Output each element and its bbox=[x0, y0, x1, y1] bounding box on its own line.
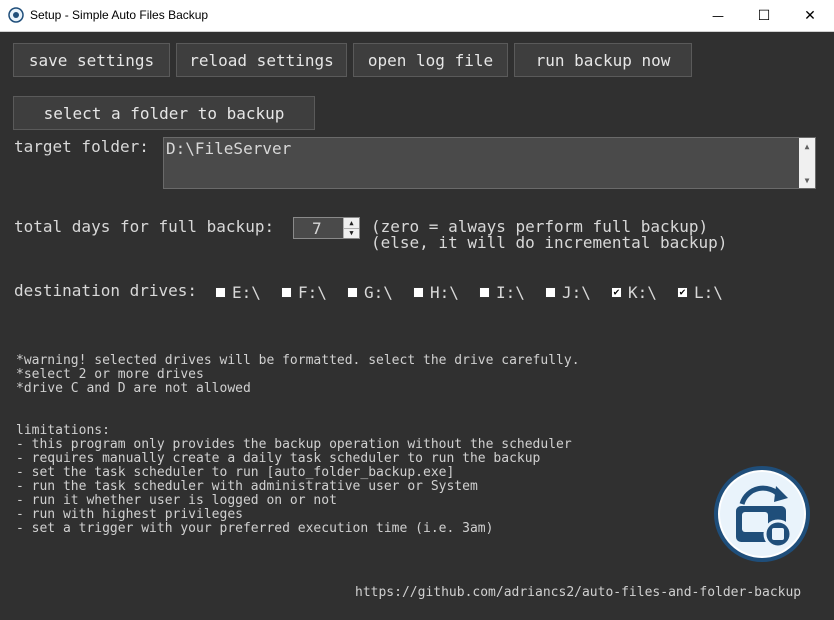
checkbox[interactable] bbox=[281, 287, 292, 298]
checkbox[interactable] bbox=[479, 287, 490, 298]
drive-checkbox-i[interactable]: I:\ bbox=[479, 283, 525, 302]
drive-checkbox-k[interactable]: ✔ K:\ bbox=[611, 283, 657, 302]
warning-text: *warning! selected drives will be format… bbox=[16, 353, 580, 368]
full-backup-days-stepper[interactable]: 7 ▲ ▼ bbox=[293, 217, 360, 239]
drive-label: F:\ bbox=[298, 283, 327, 302]
window-title: Setup - Simple Auto Files Backup bbox=[30, 8, 209, 22]
drive-label: H:\ bbox=[430, 283, 459, 302]
drive-checkbox-l[interactable]: ✔ L:\ bbox=[677, 283, 723, 302]
scroll-down-icon[interactable]: ▼ bbox=[799, 172, 815, 188]
backup-logo-icon bbox=[714, 466, 810, 562]
drive-checkbox-e[interactable]: E:\ bbox=[215, 283, 261, 302]
drive-checkbox-g[interactable]: G:\ bbox=[347, 283, 393, 302]
limitation-item: - run the task scheduler with administra… bbox=[16, 479, 478, 494]
warning-text: *drive C and D are not allowed bbox=[16, 381, 251, 396]
select-folder-button[interactable]: select a folder to backup bbox=[13, 96, 315, 130]
limitation-item: - set a trigger with your preferred exec… bbox=[16, 521, 494, 536]
limitation-item: - run with highest privileges bbox=[16, 507, 243, 522]
stepper-buttons: ▲ ▼ bbox=[343, 218, 359, 238]
project-url-link[interactable]: https://github.com/adriancs2/auto-files-… bbox=[355, 585, 801, 600]
maximize-icon: ☐ bbox=[757, 7, 771, 24]
target-folder-scrollbar[interactable]: ▲ ▼ bbox=[799, 138, 815, 188]
days-hint-line2: (else, it will do incremental backup) bbox=[371, 233, 728, 252]
app-window: Setup - Simple Auto Files Backup — ☐ ✕ s… bbox=[0, 0, 834, 620]
limitations-heading: limitations: bbox=[16, 423, 110, 438]
full-backup-days-value: 7 bbox=[312, 219, 322, 238]
limitation-item: - this program only provides the backup … bbox=[16, 437, 572, 452]
drive-checkbox-f[interactable]: F:\ bbox=[281, 283, 327, 302]
target-folder-value: D:\FileServer bbox=[166, 139, 292, 158]
drive-label: L:\ bbox=[694, 283, 723, 302]
save-settings-button[interactable]: save settings bbox=[13, 43, 170, 77]
checkbox[interactable] bbox=[215, 287, 226, 298]
checkbox[interactable] bbox=[545, 287, 556, 298]
app-icon bbox=[8, 7, 24, 23]
drive-label: J:\ bbox=[562, 283, 591, 302]
scroll-up-icon[interactable]: ▲ bbox=[799, 138, 815, 154]
limitation-item: - set the task scheduler to run [auto_fo… bbox=[16, 465, 455, 480]
title-bar: Setup - Simple Auto Files Backup — ☐ ✕ bbox=[0, 0, 834, 32]
stepper-down-icon[interactable]: ▼ bbox=[344, 228, 359, 238]
minimize-icon: — bbox=[712, 8, 724, 23]
limitation-item: - run it whether user is logged on or no… bbox=[16, 493, 337, 508]
close-icon: ✕ bbox=[804, 7, 816, 24]
drive-checkbox-h[interactable]: H:\ bbox=[413, 283, 459, 302]
full-backup-days-label: total days for full backup: bbox=[14, 217, 275, 236]
checkbox[interactable]: ✔ bbox=[677, 287, 688, 298]
open-log-file-button[interactable]: open log file bbox=[353, 43, 508, 77]
drive-label: K:\ bbox=[628, 283, 657, 302]
checkbox[interactable]: ✔ bbox=[611, 287, 622, 298]
target-folder-field[interactable]: D:\FileServer ▲ ▼ bbox=[163, 137, 816, 189]
checkbox[interactable] bbox=[347, 287, 358, 298]
target-folder-label: target folder: bbox=[14, 137, 149, 156]
drive-checkbox-j[interactable]: J:\ bbox=[545, 283, 591, 302]
destination-drives-label: destination drives: bbox=[14, 281, 198, 300]
minimize-button[interactable]: — bbox=[695, 0, 741, 31]
reload-settings-button[interactable]: reload settings bbox=[176, 43, 347, 77]
limitation-item: - requires manually create a daily task … bbox=[16, 451, 541, 466]
drive-label: I:\ bbox=[496, 283, 525, 302]
drive-label: G:\ bbox=[364, 283, 393, 302]
run-backup-now-button[interactable]: run backup now bbox=[514, 43, 692, 77]
warning-text: *select 2 or more drives bbox=[16, 367, 204, 382]
maximize-button[interactable]: ☐ bbox=[741, 0, 787, 31]
drive-label: E:\ bbox=[232, 283, 261, 302]
close-button[interactable]: ✕ bbox=[787, 0, 833, 31]
checkbox[interactable] bbox=[413, 287, 424, 298]
